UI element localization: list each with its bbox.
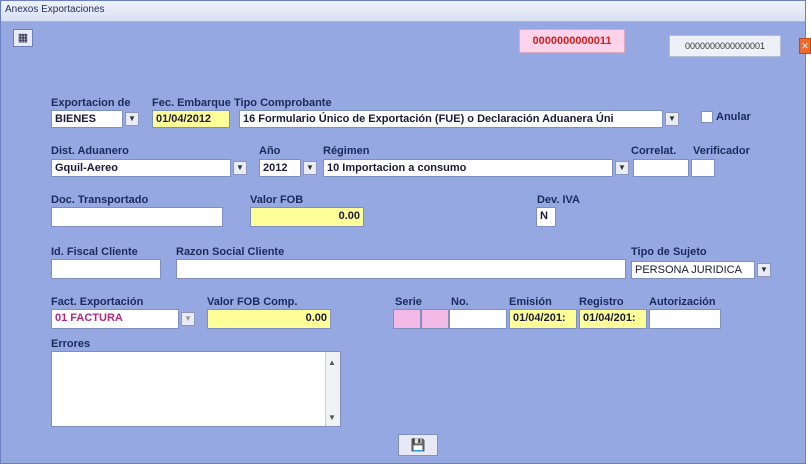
doc-transportado-label: Doc. Transportado (51, 194, 149, 206)
emision-field[interactable]: 01/04/201: (509, 309, 577, 329)
fec-embarque-label: Fec. Embarque (152, 97, 231, 109)
serie-label: Serie (395, 296, 422, 308)
verificador-label: Verificador (693, 145, 750, 157)
id-fiscal-cliente-label: Id. Fiscal Cliente (51, 246, 138, 258)
no-label: No. (451, 296, 469, 308)
registro-label: Registro (579, 296, 624, 308)
dist-aduanero-select[interactable]: Gquil-Aereo (51, 159, 231, 177)
anular-checkbox[interactable] (701, 111, 713, 123)
chevron-down-icon[interactable]: ▼ (757, 263, 771, 277)
errores-text (52, 352, 340, 358)
verificador-field[interactable] (691, 159, 715, 177)
errores-scrollbar[interactable]: ▲ ▼ (325, 352, 340, 426)
dist-aduanero-label: Dist. Aduanero (51, 145, 129, 157)
record-id-badge: 0000000000011 (519, 29, 625, 53)
window-title: Anexos Exportaciones (5, 4, 105, 15)
chevron-down-icon[interactable]: ▼ (233, 161, 247, 175)
scroll-down-icon[interactable]: ▼ (328, 413, 336, 422)
anexos-exportaciones-window: Anexos Exportaciones ▦ 0000000000011 000… (0, 0, 811, 464)
exportacion-de-label: Exportacion de (51, 97, 131, 109)
chevron-down-icon[interactable]: ▼ (181, 312, 195, 326)
anular-label: Anular (716, 111, 751, 123)
autorizacion-label: Autorización (649, 296, 716, 308)
razon-social-cliente-field[interactable] (176, 259, 626, 279)
exportacion-de-select[interactable]: BIENES (51, 110, 123, 128)
chevron-down-icon[interactable]: ▼ (303, 161, 317, 175)
correlat-field[interactable] (633, 159, 689, 177)
regimen-label: Régimen (323, 145, 370, 157)
registro-field[interactable]: 01/04/201: (579, 309, 647, 329)
anio-select[interactable]: 2012 (259, 159, 301, 177)
dev-iva-field[interactable]: N (536, 207, 556, 227)
valor-fob-comp-label: Valor FOB Comp. (207, 296, 298, 308)
id-fiscal-cliente-field[interactable] (51, 259, 161, 279)
secondary-id-field: 0000000000000001 (669, 35, 781, 57)
valor-fob-field[interactable]: 0.00 (250, 207, 364, 227)
correlat-label: Correlat. (631, 145, 677, 157)
tipo-comprobante-label: Tipo Comprobante (234, 97, 332, 109)
serie-establecimiento-field[interactable] (393, 309, 421, 329)
title-bar: Anexos Exportaciones (1, 1, 805, 22)
emision-label: Emisión (509, 296, 552, 308)
regimen-select[interactable]: 10 Importacion a consumo (323, 159, 613, 177)
fec-embarque-field[interactable]: 01/04/2012 (152, 110, 230, 128)
valor-fob-label: Valor FOB (250, 194, 304, 206)
tipo-comprobante-select[interactable]: 16 Formulario Único de Exportación (FUE)… (239, 110, 663, 128)
chevron-down-icon[interactable]: ▼ (125, 112, 139, 126)
errores-label: Errores (51, 338, 91, 350)
errores-textarea[interactable]: ▲ ▼ (51, 351, 341, 427)
anio-label: Año (259, 145, 281, 157)
chevron-down-icon[interactable]: ▼ (615, 161, 629, 175)
autorizacion-field[interactable] (649, 309, 721, 329)
no-field[interactable] (449, 309, 507, 329)
close-icon[interactable]: ✕ (799, 38, 811, 54)
tipo-sujeto-label: Tipo de Sujeto (631, 246, 707, 258)
doc-transportado-field[interactable] (51, 207, 223, 227)
tipo-sujeto-select[interactable]: PERSONA JURIDICA (631, 261, 755, 279)
serie-punto-emision-field[interactable] (421, 309, 449, 329)
dev-iva-label: Dev. IVA (537, 194, 580, 206)
save-icon: 💾 (410, 438, 426, 452)
fact-exportacion-select[interactable]: 01 FACTURA (51, 309, 179, 329)
valor-fob-comp-field[interactable]: 0.00 (207, 309, 331, 329)
scroll-up-icon[interactable]: ▲ (328, 358, 336, 367)
chevron-down-icon[interactable]: ▼ (665, 112, 679, 126)
grid-edit-icon[interactable]: ▦ (13, 29, 33, 47)
razon-social-cliente-label: Razon Social Cliente (176, 246, 285, 258)
fact-exportacion-label: Fact. Exportación (51, 296, 144, 308)
save-button[interactable]: 💾 (398, 434, 438, 456)
